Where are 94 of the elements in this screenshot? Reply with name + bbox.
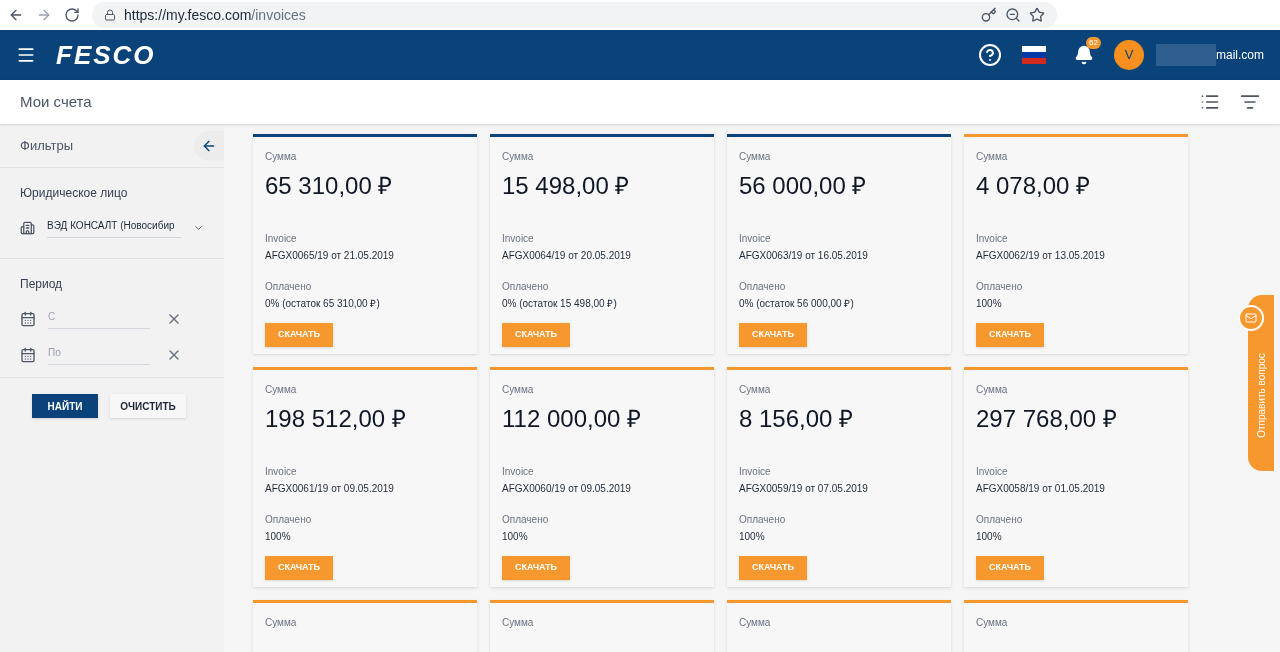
feedback-label: Отправить вопрос [1254, 352, 1268, 438]
download-button[interactable]: СКАЧАТЬ [265, 323, 333, 347]
amount: 15 498,00 ₽ [502, 171, 631, 201]
paid-status: 0% (остаток 15 498,00 ₽) [502, 297, 618, 311]
url-text: https://my.fesco.com/invoices [124, 5, 306, 25]
address-bar[interactable]: https://my.fesco.com/invoices [92, 2, 1057, 28]
back-icon[interactable] [8, 7, 24, 23]
filter-icon[interactable] [1240, 92, 1260, 112]
amount: 8 156,00 ₽ [739, 404, 855, 434]
invoice-label: Invoice [739, 232, 772, 246]
user-email[interactable]: mail.com [1216, 46, 1264, 64]
sum-label: Сумма [502, 383, 535, 397]
russian-flag-icon[interactable] [1022, 46, 1046, 64]
paid-status: 0% (остаток 65 310,00 ₽) [265, 297, 381, 311]
paid-label: Оплачено [976, 280, 1024, 294]
paid-status: 100% [265, 530, 292, 544]
sum-label: Сумма [265, 150, 298, 164]
reload-icon[interactable] [64, 7, 80, 23]
avatar[interactable]: V [1114, 40, 1144, 70]
redacted-block [1156, 44, 1216, 66]
invoice-number: AFGX0063/19 от 16.05.2019 [739, 249, 869, 263]
paid-status: 0% (остаток 56 000,00 ₽) [739, 297, 855, 311]
download-button[interactable]: СКАЧАТЬ [502, 323, 570, 347]
paid-status: 100% [976, 297, 1003, 311]
calendar-icon[interactable] [20, 311, 36, 327]
filters-title: Фильтры [20, 136, 73, 155]
zoom-icon[interactable] [1005, 7, 1021, 23]
invoice-label: Invoice [976, 465, 1009, 479]
paid-status: 100% [502, 530, 529, 544]
download-button[interactable]: СКАЧАТЬ [502, 556, 570, 580]
help-icon[interactable] [978, 43, 1002, 67]
logo[interactable]: FESCO [56, 35, 156, 75]
find-button[interactable]: НАЙТИ [32, 394, 98, 418]
download-button[interactable]: СКАЧАТЬ [739, 556, 807, 580]
invoice-number: AFGX0064/19 от 20.05.2019 [502, 249, 632, 263]
date-field[interactable]: По [48, 345, 150, 365]
invoice-label: Invoice [502, 465, 535, 479]
download-button[interactable]: СКАЧАТЬ [739, 323, 807, 347]
list-view-icon[interactable] [1200, 92, 1220, 112]
amount: 112 000,00 ₽ [502, 404, 642, 434]
invoice-number: AFGX0058/19 от 01.05.2019 [976, 482, 1106, 496]
amount: 56 000,00 ₽ [739, 171, 868, 201]
invoice-label: Invoice [265, 465, 298, 479]
building-icon [20, 220, 36, 236]
download-button[interactable]: СКАЧАТЬ [976, 556, 1044, 580]
paid-status: 100% [976, 530, 1003, 544]
sum-label: Сумма [976, 150, 1009, 164]
invoice-label: Invoice [739, 465, 772, 479]
download-button[interactable]: СКАЧАТЬ [976, 323, 1044, 347]
bell-icon[interactable] [1074, 45, 1094, 65]
paid-label: Оплачено [739, 280, 787, 294]
legal-entity-select[interactable]: ВЭД КОНСАЛТ (Новосибир [47, 218, 181, 238]
amount: 297 768,00 ₽ [976, 404, 1118, 434]
paid-label: Оплачено [265, 513, 313, 527]
menu-icon[interactable] [16, 45, 36, 65]
sum-label: Сумма [265, 616, 298, 630]
collapse-button[interactable] [194, 130, 224, 161]
invoice-number: AFGX0062/19 от 13.05.2019 [976, 249, 1106, 263]
lock-icon [104, 9, 116, 21]
sum-label: Сумма [265, 383, 298, 397]
invoice-number: AFGX0065/19 от 21.05.2019 [265, 249, 395, 263]
invoice-label: Invoice [502, 232, 535, 246]
date-field[interactable]: С [48, 309, 150, 329]
notification-badge: 62 [1086, 37, 1101, 49]
feedback-tab[interactable]: Отправить вопрос [1248, 295, 1274, 471]
period-label: Период [20, 276, 64, 293]
sum-label: Сумма [502, 616, 535, 630]
clear-button[interactable]: ОЧИСТИТЬ [110, 394, 186, 418]
sum-label: Сумма [976, 616, 1009, 630]
paid-status: 100% [739, 530, 766, 544]
amount: 198 512,00 ₽ [265, 404, 407, 434]
amount: 4 078,00 ₽ [976, 171, 1092, 201]
invoice-number: AFGX0061/19 от 09.05.2019 [265, 482, 395, 496]
paid-label: Оплачено [739, 513, 787, 527]
invoice-label: Invoice [265, 232, 298, 246]
sum-label: Сумма [502, 150, 535, 164]
amount: 65 310,00 ₽ [265, 171, 394, 201]
sum-label: Сумма [739, 383, 772, 397]
invoice-label: Invoice [976, 232, 1009, 246]
invoice-number: AFGX0059/19 от 07.05.2019 [739, 482, 869, 496]
page-title: Мои счета [20, 91, 92, 112]
sum-label: Сумма [739, 616, 772, 630]
calendar-icon[interactable] [20, 347, 36, 363]
sum-label: Сумма [976, 383, 1009, 397]
invoice-number: AFGX0060/19 от 09.05.2019 [502, 482, 632, 496]
paid-label: Оплачено [976, 513, 1024, 527]
bookmark-icon[interactable] [1029, 7, 1045, 23]
key-icon[interactable] [981, 7, 997, 23]
paid-label: Оплачено [502, 280, 550, 294]
paid-label: Оплачено [265, 280, 313, 294]
sum-label: Сумма [739, 150, 772, 164]
download-button[interactable]: СКАЧАТЬ [265, 556, 333, 580]
paid-label: Оплачено [502, 513, 550, 527]
legal-entity-label: Юридическое лицо [20, 185, 129, 202]
